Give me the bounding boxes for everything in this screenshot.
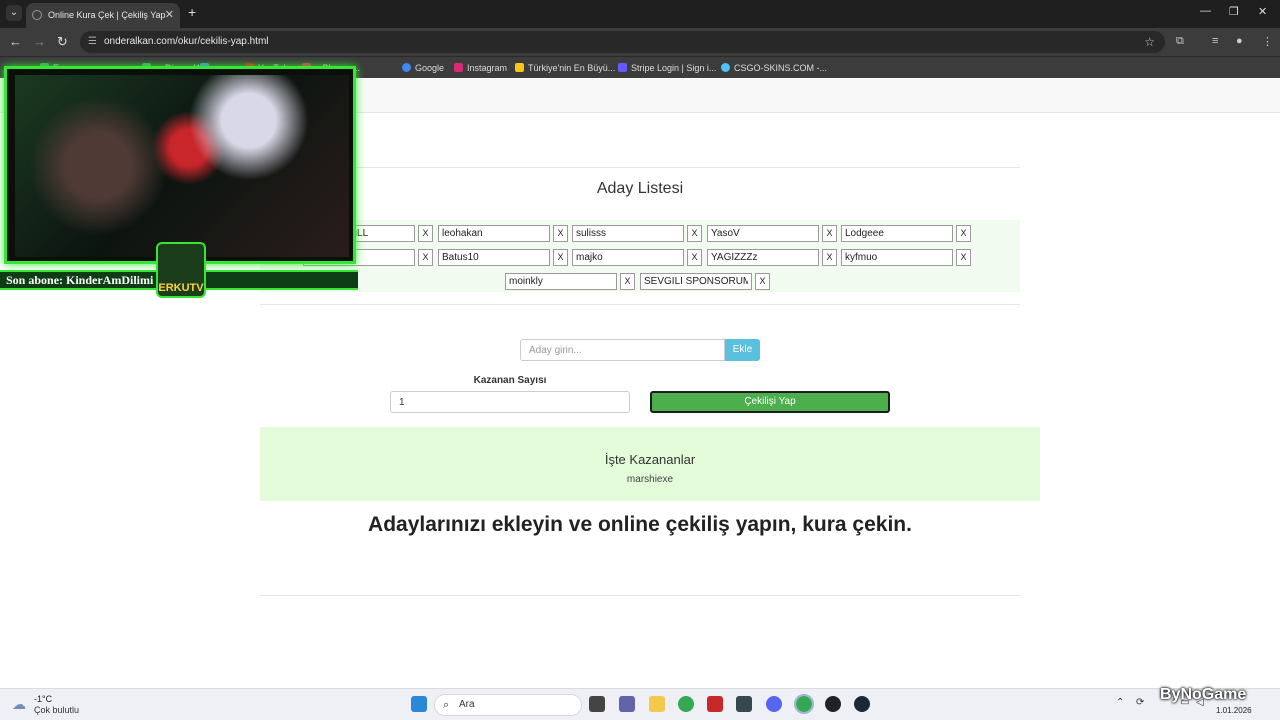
url-text: onderalkan.com/okur/cekilis-yap.html xyxy=(104,36,269,47)
tray-app-icon[interactable]: ⟳ xyxy=(1136,697,1144,708)
menu-icon[interactable]: ⋮ xyxy=(1262,35,1273,48)
remove-candidate-button[interactable]: X xyxy=(956,249,971,266)
address-bar[interactable]: ☰ onderalkan.com/okur/cekilis-yap.html ☆ xyxy=(80,31,1165,53)
profile-icon[interactable]: ● xyxy=(1236,35,1243,47)
candidate-name-field[interactable] xyxy=(707,225,819,242)
taskbar-search[interactable]: ⌕ Ara xyxy=(434,694,582,716)
browser-tab[interactable]: Online Kura Çek | Çekiliş Yap ✕ xyxy=(26,3,180,28)
candidate-name-field[interactable] xyxy=(438,225,550,242)
taskbar: ☁ -1°C Çok bulutlu ⌕ Ara ⌃ ⟳ ▭ ◁ 1.01.20… xyxy=(0,688,1280,720)
candidate-name-field[interactable] xyxy=(841,225,953,242)
draw-button[interactable]: Çekilişi Yap xyxy=(650,391,890,413)
app-icon[interactable] xyxy=(736,696,752,712)
remove-candidate-button[interactable]: X xyxy=(687,225,702,242)
page-headline: Adaylarınızı ekleyin ve online çekiliş y… xyxy=(368,513,912,536)
divider xyxy=(260,167,1020,168)
task-view-icon[interactable] xyxy=(589,696,605,712)
reload-icon[interactable]: ↻ xyxy=(57,34,68,50)
media-icon[interactable]: ≡ xyxy=(1212,35,1218,47)
remove-candidate-button[interactable]: X xyxy=(822,225,837,242)
browser-tab-bar: ⌄ Online Kura Çek | Çekiliş Yap ✕ + — ❐ … xyxy=(0,0,1280,28)
obs-icon[interactable] xyxy=(825,696,841,712)
bookmark-item[interactable]: Türkiye'nin En Büyü... xyxy=(515,57,615,79)
window-close-icon[interactable]: ✕ xyxy=(1258,5,1267,18)
tab-title: Online Kura Çek | Çekiliş Yap xyxy=(48,10,166,20)
tab-search-icon[interactable]: ⌄ xyxy=(6,5,22,21)
channel-badge-text: ERKUTV xyxy=(158,282,204,294)
candidate-name-field[interactable] xyxy=(438,249,550,266)
candidate-name-field[interactable] xyxy=(572,249,684,266)
close-icon[interactable]: ✕ xyxy=(165,3,174,27)
webcam-frame xyxy=(4,66,356,264)
back-icon[interactable]: ← xyxy=(9,34,22,49)
webcam-video xyxy=(15,75,349,257)
bookmark-item[interactable]: CSGO-SKINS.COM -... xyxy=(721,57,827,79)
steam-icon[interactable] xyxy=(854,696,870,712)
remove-candidate-button[interactable]: X xyxy=(418,225,433,242)
remove-candidate-button[interactable]: X xyxy=(687,249,702,266)
remove-candidate-button[interactable]: X xyxy=(620,273,635,290)
globe-icon xyxy=(32,10,42,20)
minimize-icon[interactable]: — xyxy=(1200,5,1211,17)
candidate-name-field[interactable] xyxy=(505,273,617,290)
discord-icon[interactable] xyxy=(766,696,782,712)
remove-candidate-button[interactable]: X xyxy=(553,225,568,242)
taskbar-search-label: Ara xyxy=(459,699,475,710)
voicemeeter-icon[interactable] xyxy=(707,696,723,712)
candidate-name-field[interactable] xyxy=(572,225,684,242)
candidate-name-field[interactable] xyxy=(841,249,953,266)
candidate-name-field[interactable] xyxy=(640,273,752,290)
winner-name: marshiexe xyxy=(626,474,674,485)
google-icon xyxy=(402,63,411,72)
remove-candidate-button[interactable]: X xyxy=(418,249,433,266)
site-info-icon[interactable]: ☰ xyxy=(88,31,97,53)
forward-icon[interactable]: → xyxy=(33,34,46,49)
cloud-icon[interactable]: ☁ xyxy=(12,696,26,713)
instagram-icon xyxy=(454,63,463,72)
clock-date[interactable]: 1.01.2026 xyxy=(1216,706,1252,715)
bookmark-star-icon[interactable]: ☆ xyxy=(1144,31,1155,53)
winners-panel: İşte Kazananlar marshiexe xyxy=(260,427,1040,501)
bookmark-icon xyxy=(515,63,524,72)
remove-candidate-button[interactable]: X xyxy=(755,273,770,290)
bookmark-icon xyxy=(721,63,730,72)
divider xyxy=(260,595,1020,596)
bookmark-item[interactable]: Stripe Login | Sign i... xyxy=(618,57,716,79)
bookmark-item[interactable]: Instagram xyxy=(454,57,507,79)
winner-count-input[interactable] xyxy=(390,391,630,413)
search-icon: ⌕ xyxy=(443,699,450,711)
browser-toolbar: ← → ↻ ☰ onderalkan.com/okur/cekilis-yap.… xyxy=(0,28,1280,56)
remove-candidate-button[interactable]: X xyxy=(956,225,971,242)
winners-title: İşte Kazananlar xyxy=(604,452,696,467)
extensions-icon[interactable]: ⧉ xyxy=(1176,35,1184,48)
divider xyxy=(260,304,1020,305)
windows-start-icon[interactable] xyxy=(411,696,427,712)
add-candidate-button[interactable]: Ekle xyxy=(725,339,760,361)
restore-icon[interactable]: ❐ xyxy=(1229,5,1239,18)
teams-icon[interactable] xyxy=(619,696,635,712)
weather-temperature[interactable]: -1°C xyxy=(34,694,52,704)
webcam-overlay: Son abone: KinderAmDilimi ERKUTV xyxy=(0,66,358,298)
stream-watermark: ByNoGame xyxy=(1160,686,1247,703)
candidate-input[interactable] xyxy=(520,339,725,361)
file-explorer-icon[interactable] xyxy=(649,696,665,712)
winner-count-label: Kazanan Sayısı xyxy=(473,375,547,386)
channel-badge: ERKUTV xyxy=(156,242,206,298)
chrome-active-icon[interactable] xyxy=(794,694,814,714)
bookmark-item[interactable]: Google xyxy=(402,57,444,79)
weather-description[interactable]: Çok bulutlu xyxy=(34,705,79,715)
new-tab-button[interactable]: + xyxy=(188,4,196,20)
chrome-icon[interactable] xyxy=(678,696,694,712)
tray-chevron-icon[interactable]: ⌃ xyxy=(1116,697,1124,708)
candidate-list: X X X X X X X X xyxy=(260,220,1020,292)
remove-candidate-button[interactable]: X xyxy=(553,249,568,266)
candidate-name-field[interactable] xyxy=(707,249,819,266)
stripe-icon xyxy=(618,63,627,72)
remove-candidate-button[interactable]: X xyxy=(822,249,837,266)
